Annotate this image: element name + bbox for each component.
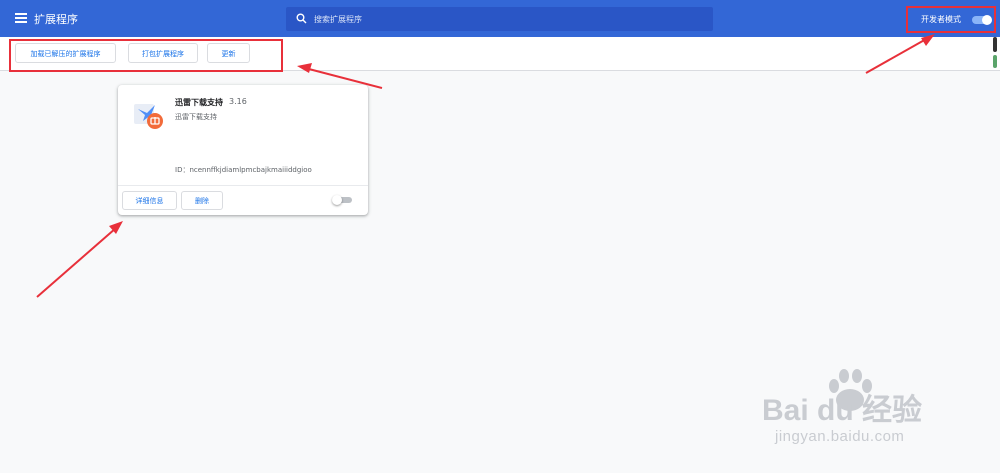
page-title: 扩展程序 — [34, 13, 78, 26]
remove-button[interactable]: 删除 — [181, 191, 223, 210]
extension-description: 迅雷下载支持 — [175, 113, 217, 121]
watermark-logo: Bai du 经验 — [762, 394, 923, 427]
pack-extension-button[interactable]: 打包扩展程序 — [128, 43, 198, 63]
developer-toolbar: 加载已解压的扩展程序 打包扩展程序 更新 — [0, 37, 1000, 71]
developer-mode-toggle[interactable] — [971, 15, 992, 25]
search-field[interactable] — [286, 7, 713, 31]
extension-id: ID：ncennffkjdiamlpmcbajkmaiiiddgioo — [175, 166, 312, 174]
arrow-to-details-button — [36, 221, 123, 298]
card-divider — [118, 185, 368, 186]
thunder-bird-icon — [134, 104, 163, 129]
developer-mode-label: 开发者模式 — [921, 15, 961, 24]
top-app-bar: 扩展程序 开发者模式 — [0, 0, 1000, 37]
extension-name: 迅雷下载支持 — [175, 98, 223, 107]
extension-card: 迅雷下载支持 3.16 迅雷下载支持 ID：ncennffkjdiamlpmcb… — [118, 85, 368, 215]
extension-enable-toggle[interactable] — [332, 195, 354, 205]
search-input[interactable] — [314, 7, 704, 31]
watermark-url: jingyan.baidu.com — [775, 428, 905, 445]
details-button[interactable]: 详细信息 — [122, 191, 177, 210]
hamburger-menu-icon[interactable] — [15, 13, 27, 23]
load-unpacked-button[interactable]: 加载已解压的扩展程序 — [15, 43, 116, 63]
scrollbar[interactable] — [993, 37, 997, 70]
search-icon — [296, 13, 307, 24]
update-button[interactable]: 更新 — [207, 43, 250, 63]
extension-version: 3.16 — [229, 97, 247, 106]
